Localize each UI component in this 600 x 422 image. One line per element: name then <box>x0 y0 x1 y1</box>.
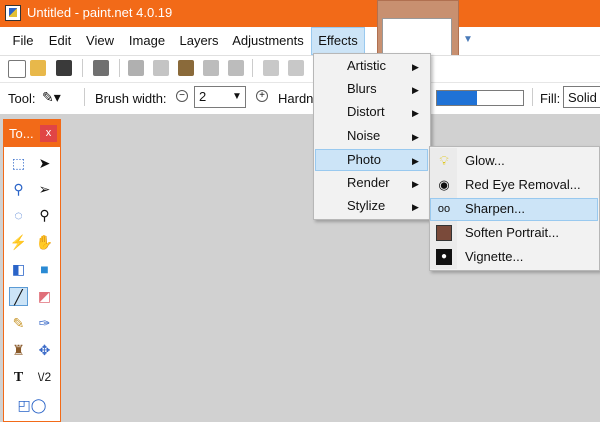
cut-icon[interactable] <box>128 60 144 76</box>
recolor-icon[interactable]: ✥ <box>35 341 54 360</box>
zoom-icon[interactable]: ⚲ <box>35 206 54 225</box>
copy-icon[interactable] <box>153 60 169 76</box>
shapes-icon[interactable]: ◰◯ <box>14 396 50 415</box>
pencil-icon[interactable]: ✎ <box>9 314 28 333</box>
menu-image[interactable]: Image <box>125 27 169 55</box>
photo-item-vignette[interactable]: Vignette... <box>465 246 523 268</box>
effects-item-render[interactable]: Render <box>347 172 390 194</box>
paint-bucket-icon[interactable]: ◧ <box>9 260 28 279</box>
decrease-icon[interactable]: − <box>176 90 188 102</box>
paintbrush-icon[interactable]: ╱ <box>9 287 28 306</box>
menu-edit[interactable]: Edit <box>44 27 76 55</box>
tool-selector-brush-icon[interactable]: ✎▾ <box>42 86 74 108</box>
new-file-icon[interactable] <box>8 60 26 78</box>
redo-icon[interactable] <box>288 60 304 76</box>
chevron-down-icon[interactable]: ▼ <box>232 86 242 108</box>
effects-item-blurs[interactable]: Blurs <box>347 78 377 100</box>
save-icon[interactable] <box>56 60 72 76</box>
deselect-icon[interactable] <box>228 60 244 76</box>
photo-item-glow[interactable]: Glow... <box>465 150 505 172</box>
menu-effects[interactable]: Effects <box>311 27 365 55</box>
menu-view[interactable]: View <box>82 27 118 55</box>
options-separator <box>84 88 85 106</box>
image-list-dropdown-icon[interactable]: ▼ <box>463 34 473 45</box>
move-selected-icon[interactable]: ➤ <box>35 154 54 173</box>
print-icon[interactable] <box>93 60 109 76</box>
photo-item-soften-portrait[interactable]: Soften Portrait... <box>465 222 559 244</box>
effects-item-distort[interactable]: Distort <box>347 101 385 123</box>
effects-item-stylize[interactable]: Stylize <box>347 195 385 217</box>
options-separator <box>532 88 533 106</box>
submenu-arrow-icon: ▶ <box>412 179 419 189</box>
window-title: Untitled - paint.net 4.0.19 <box>27 5 173 20</box>
line-curve-icon[interactable]: \/2 <box>35 368 54 387</box>
toolbar-separator <box>82 59 83 77</box>
color-picker-icon[interactable]: ✑ <box>35 314 54 333</box>
move-selection-icon[interactable]: ➢ <box>35 180 54 199</box>
fill-label: Fill: <box>540 91 561 106</box>
ellipse-select-icon[interactable]: ◌ <box>9 206 28 225</box>
hardness-label: Hardn <box>278 91 314 106</box>
photo-item-sharpen[interactable]: Sharpen... <box>465 198 525 220</box>
eraser-icon[interactable]: ◩ <box>35 287 54 306</box>
hardness-slider-fill <box>437 91 477 105</box>
menu-adjustments[interactable]: Adjustments <box>228 27 308 55</box>
bulb-icon: 💡︎ <box>439 153 449 168</box>
magic-wand-icon[interactable]: ⚡ <box>9 233 28 252</box>
tools-panel-title: To... <box>9 126 34 141</box>
submenu-arrow-icon: ▶ <box>412 108 419 118</box>
crop-icon[interactable] <box>203 60 219 76</box>
toolbar-separator <box>119 59 120 77</box>
toolbar-separator <box>252 59 253 77</box>
photo-item-red-eye-removal[interactable]: Red Eye Removal... <box>465 174 581 196</box>
increase-icon[interactable]: + <box>256 90 268 102</box>
submenu-arrow-icon: ▶ <box>412 156 419 166</box>
portrait-icon <box>436 225 452 241</box>
submenu-arrow-icon: ▶ <box>412 62 419 72</box>
open-file-icon[interactable] <box>30 60 46 76</box>
menu-file[interactable]: File <box>8 27 38 55</box>
clone-stamp-icon[interactable]: ♜ <box>9 341 28 360</box>
effects-item-artistic[interactable]: Artistic <box>347 55 386 77</box>
pan-icon[interactable]: ✋ <box>35 233 54 252</box>
text-icon[interactable]: T <box>9 368 28 387</box>
paste-icon[interactable] <box>178 60 194 76</box>
close-icon[interactable]: x <box>40 125 57 142</box>
rectangle-select-icon[interactable]: ⬚ <box>9 154 28 173</box>
tool-label: Tool: <box>8 91 36 106</box>
gradient-icon[interactable]: ■ <box>35 260 54 279</box>
effects-item-noise[interactable]: Noise <box>347 125 380 147</box>
fill-value: Solid <box>568 90 597 105</box>
vignette-icon: ● <box>436 249 452 265</box>
submenu-arrow-icon: ▶ <box>412 132 419 142</box>
paintnet-app-icon <box>5 5 21 21</box>
submenu-arrow-icon: ▶ <box>412 202 419 212</box>
lasso-select-icon[interactable]: ⚲ <box>9 180 28 199</box>
undo-icon[interactable] <box>263 60 279 76</box>
glasses-icon: oo <box>437 203 451 215</box>
brush-width-value: 2 <box>199 89 207 104</box>
brush-width-label: Brush width: <box>95 91 167 106</box>
submenu-arrow-icon: ▶ <box>412 85 419 95</box>
effects-item-photo[interactable]: Photo <box>347 149 381 171</box>
menu-layers[interactable]: Layers <box>176 27 222 55</box>
eye-icon: ◉ <box>438 177 450 192</box>
